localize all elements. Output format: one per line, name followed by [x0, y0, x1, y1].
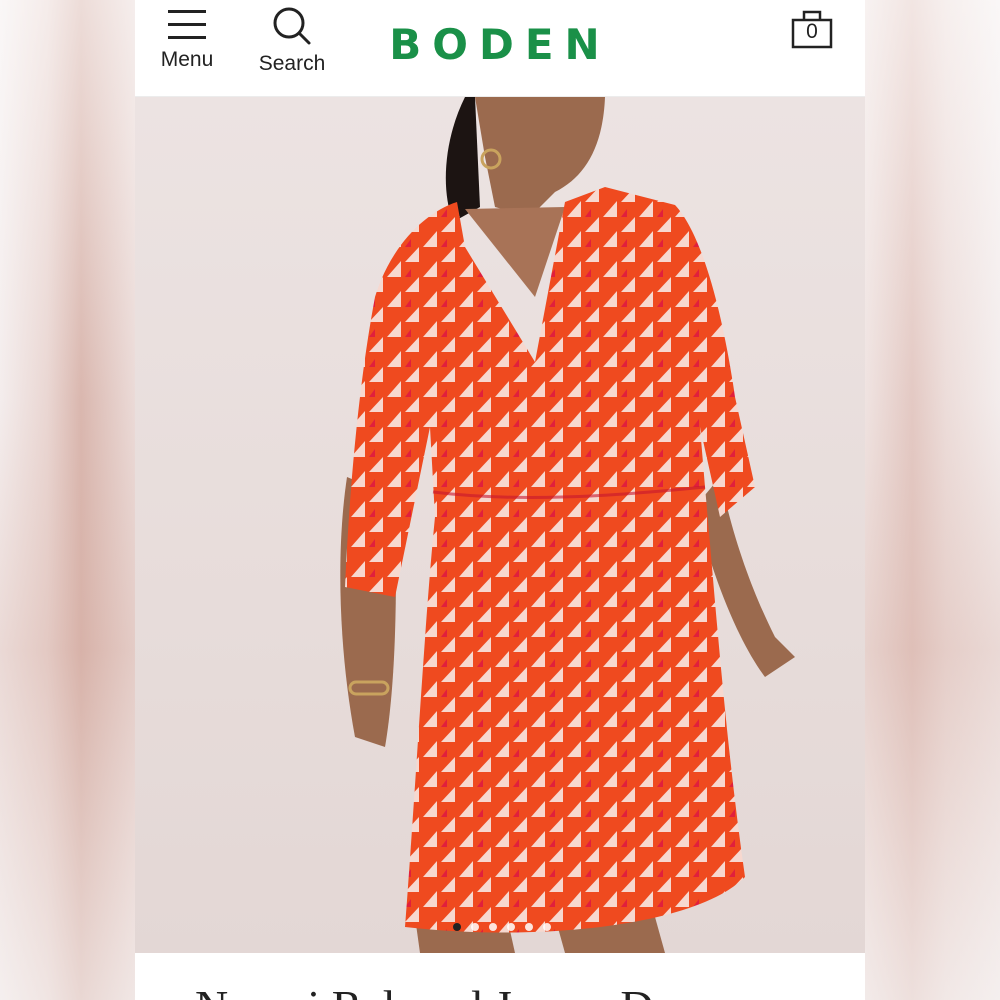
product-title: Naomi Relaxed Jersey Dress: [195, 980, 865, 1000]
menu-button[interactable]: Menu: [157, 6, 217, 72]
pagination-dot-1[interactable]: [453, 923, 461, 931]
site-header: Menu Search BODEN 0: [135, 0, 865, 97]
boden-logo[interactable]: BODEN: [383, 20, 617, 69]
search-icon: [273, 7, 311, 45]
pagination-dot-5[interactable]: [525, 923, 533, 931]
pagination-dot-2[interactable]: [471, 923, 479, 931]
search-button[interactable]: Search: [255, 6, 329, 76]
product-image[interactable]: [135, 97, 865, 953]
pagination-dot-3[interactable]: [489, 923, 497, 931]
image-pagination: [453, 918, 561, 931]
background-blur-left: [0, 0, 135, 1000]
bag-count: 0: [806, 20, 818, 43]
model-in-dress-illustration: [340, 97, 795, 953]
shopping-bag-button[interactable]: 0: [790, 6, 834, 50]
pagination-dot-6[interactable]: [543, 923, 551, 931]
app-frame: Menu Search BODEN 0: [135, 0, 865, 1000]
hamburger-icon: [168, 10, 206, 39]
menu-label: Menu: [160, 48, 214, 71]
search-label: Search: [258, 52, 326, 75]
pagination-dot-4[interactable]: [507, 923, 515, 931]
background-blur-right: [865, 0, 1000, 1000]
